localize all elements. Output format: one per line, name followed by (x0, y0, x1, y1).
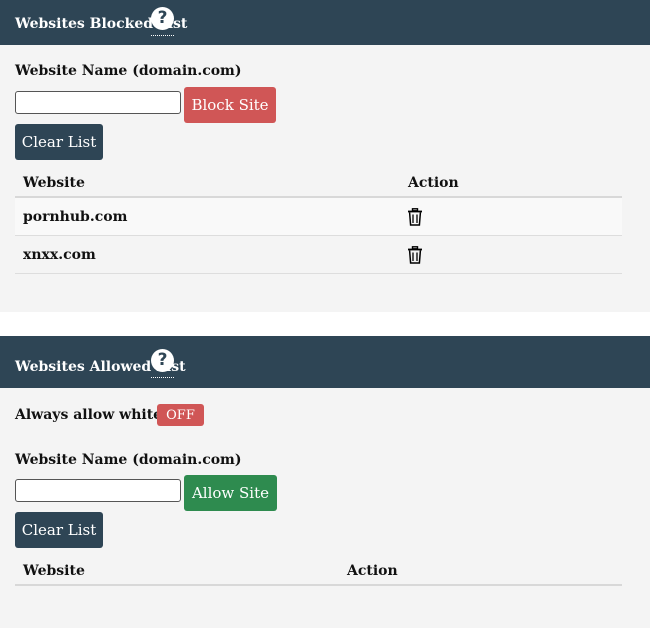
column-action: Action (408, 175, 459, 191)
allowed-table-header: Website Action (15, 558, 622, 586)
column-action: Action (347, 563, 398, 579)
allow-site-button[interactable]: Allow Site (184, 475, 277, 511)
blocked-list-header: Websites Blocked List ? (0, 0, 650, 45)
allowed-list-panel: Websites Allowed List ? Always allow whi… (0, 336, 650, 628)
blocked-table-header: Website Action (15, 170, 622, 198)
blocked-site-name: pornhub.com (23, 209, 128, 225)
block-site-button[interactable]: Block Site (184, 87, 276, 123)
table-row: pornhub.com (15, 198, 622, 236)
blocked-website-input[interactable] (15, 91, 181, 114)
trash-icon[interactable] (407, 246, 423, 264)
whitelist-toggle[interactable]: OFF (157, 404, 204, 426)
blocked-website-name-label: Website Name (domain.com) (15, 63, 242, 79)
clear-allowed-list-button[interactable]: Clear List (15, 512, 103, 548)
allowed-website-name-label: Website Name (domain.com) (15, 452, 242, 468)
allowed-website-input[interactable] (15, 479, 181, 502)
column-website: Website (23, 175, 85, 191)
trash-icon[interactable] (407, 208, 423, 226)
help-icon[interactable]: ? (151, 349, 174, 378)
clear-blocked-list-button[interactable]: Clear List (15, 124, 103, 160)
table-row: xnxx.com (15, 236, 622, 274)
help-icon[interactable]: ? (151, 7, 174, 36)
blocked-site-name: xnxx.com (23, 247, 96, 263)
column-website: Website (23, 563, 85, 579)
blocked-list-panel: Websites Blocked List ? Website Name (do… (0, 0, 650, 312)
allowed-list-header: Websites Allowed List ? (0, 336, 650, 388)
